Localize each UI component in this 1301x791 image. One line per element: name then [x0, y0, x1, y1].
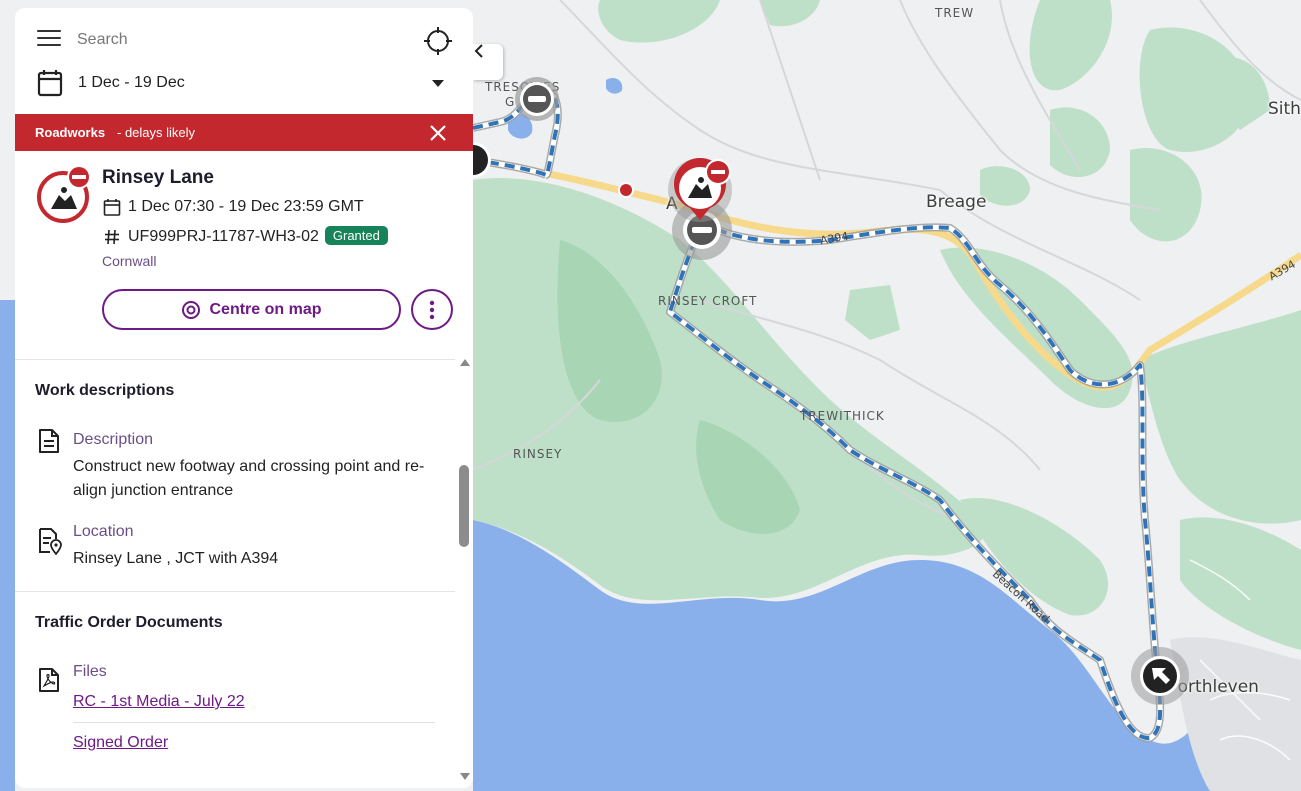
works-region: Cornwall	[102, 253, 157, 269]
roadworks-pin-icon	[668, 158, 732, 222]
works-datetime: 1 Dec 07:30 - 19 Dec 23:59 GMT	[128, 198, 364, 216]
location-document-icon	[39, 528, 62, 555]
alert-title: Roadworks	[35, 125, 106, 140]
map-label-breage: Breage	[926, 192, 987, 212]
date-range-label: 1 Dec - 19 Dec	[78, 74, 185, 91]
more-options-button[interactable]	[411, 289, 453, 330]
document-icon	[39, 429, 59, 453]
map-label-rinsey: RINSEY	[513, 447, 563, 461]
scrollbar-thumb[interactable]	[459, 465, 469, 547]
more-vertical-icon	[429, 300, 435, 319]
divider	[15, 359, 455, 360]
menu-icon[interactable]	[37, 30, 61, 50]
scroll-up-arrow-icon[interactable]	[460, 359, 470, 366]
map-label-trewithick: TREWITHICK	[800, 409, 885, 423]
description-label: Description	[73, 431, 154, 448]
files-label: Files	[73, 663, 107, 680]
roadworks-alert-bar: Roadworks - delays likely	[15, 114, 473, 151]
chevron-down-icon	[432, 80, 444, 87]
search-row	[15, 24, 473, 56]
pdf-icon	[39, 668, 59, 692]
divider	[73, 722, 435, 723]
status-badge: Granted	[324, 226, 388, 245]
location-value: Rinsey Lane , JCT with A394	[73, 550, 279, 567]
scrollbar[interactable]	[456, 351, 473, 788]
search-card: 1 Dec - 19 Dec	[15, 8, 473, 114]
roadworks-detail-card: Rinsey Lane 1 Dec 07:30 - 19 Dec 23:59 G…	[15, 151, 473, 351]
details-scroll-area[interactable]: Work descriptions Description Construct …	[15, 351, 473, 788]
chevron-left-icon	[474, 44, 483, 58]
alert-subtitle: - delays likely	[117, 125, 196, 140]
traffic-order-heading: Traffic Order Documents	[35, 614, 223, 631]
side-panel: 1 Dec - 19 Dec Roadworks - delays likely…	[15, 8, 473, 788]
search-input[interactable]	[77, 28, 407, 52]
file-link[interactable]: RC - 1st Media - July 22	[73, 693, 245, 711]
no-entry-icon	[515, 77, 559, 121]
file-link[interactable]: Signed Order	[73, 734, 168, 752]
roadworks-icon	[37, 165, 91, 223]
location-label: Location	[73, 523, 134, 540]
centre-on-map-label: Centre on map	[209, 300, 322, 318]
hash-icon	[105, 229, 119, 244]
description-value: Construct new footway and crossing point…	[73, 458, 425, 499]
map-label-trew: TREW	[935, 6, 975, 20]
calendar-icon	[103, 199, 121, 216]
work-descriptions-heading: Work descriptions	[35, 382, 175, 399]
collapse-panel-button[interactable]	[473, 44, 503, 80]
date-range-selector[interactable]: 1 Dec - 19 Dec	[15, 68, 473, 100]
crosshair-icon[interactable]	[423, 26, 453, 56]
calendar-icon	[37, 70, 63, 97]
centre-on-map-button[interactable]: Centre on map	[102, 289, 401, 330]
divider	[15, 591, 455, 592]
arrow-icon	[1131, 647, 1189, 705]
works-reference-row: UF999PRJ-11787-WH3-02 Granted	[102, 226, 388, 246]
close-icon[interactable]	[427, 122, 449, 144]
works-datetime-row: 1 Dec 07:30 - 19 Dec 23:59 GMT	[102, 198, 364, 216]
works-title: Rinsey Lane	[102, 167, 214, 188]
target-icon	[182, 300, 201, 319]
map-label-sithney: Sith	[1268, 99, 1301, 119]
works-reference: UF999PRJ-11787-WH3-02	[128, 228, 319, 245]
map-label-rinsey-croft: RINSEY CROFT	[658, 294, 758, 308]
scroll-down-arrow-icon[interactable]	[460, 773, 470, 780]
